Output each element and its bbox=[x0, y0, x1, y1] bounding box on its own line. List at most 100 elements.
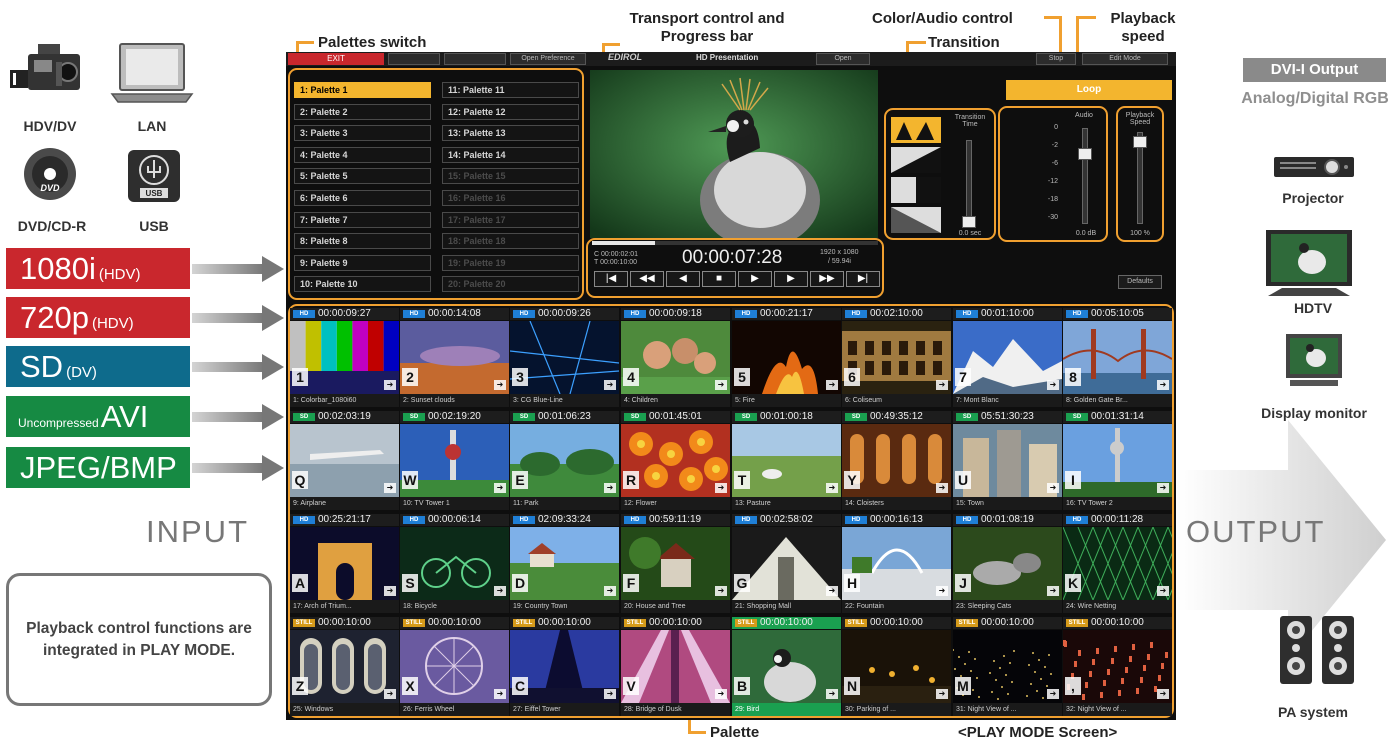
clip-name: 25: Windows bbox=[290, 703, 399, 716]
clip-thumbnail[interactable]: HD 00:00:09:26 3 ➜ 3: CG Blue-Line bbox=[510, 308, 619, 407]
clip-name: 17: Arch of Trium... bbox=[290, 600, 399, 613]
clip-thumbnail[interactable]: STILL 00:00:10:00 C ➜ 27: Eiffel Tower bbox=[510, 617, 619, 716]
format-badge-3: Uncompressed AVI bbox=[6, 396, 190, 437]
clip-mode-icon: ➜ bbox=[1157, 483, 1169, 493]
clip-thumbnail[interactable]: SD 00:01:00:18 T ➜ 13: Pasture bbox=[732, 411, 841, 510]
clip-thumbnail[interactable]: SD 00:01:45:01 R ➜ 12: Flower bbox=[621, 411, 730, 510]
audio-fader-knob[interactable] bbox=[1078, 148, 1092, 160]
stop-button[interactable]: Stop bbox=[1036, 53, 1076, 65]
transition-time-label: Transition Time bbox=[954, 114, 986, 128]
clip-thumbnail[interactable]: STILL 00:00:10:00 Z ➜ 25: Windows bbox=[290, 617, 399, 716]
clip-mode-icon: ➜ bbox=[826, 483, 838, 493]
clip-thumbnail[interactable]: STILL 00:00:10:00 M ➜ 31: Night View of ... bbox=[953, 617, 1062, 716]
clip-type-badge: SD bbox=[624, 413, 646, 421]
clip-thumbnail[interactable]: HD 00:01:08:19 J ➜ 23: Sleeping Cats bbox=[953, 514, 1062, 613]
loop-button[interactable]: Loop bbox=[1006, 80, 1172, 100]
clip-header: HD 00:01:10:00 bbox=[953, 308, 1062, 320]
clip-type-badge: SD bbox=[293, 413, 315, 421]
palette-button-8[interactable]: 8: Palette 8 bbox=[294, 233, 431, 250]
clip-header: HD 00:00:11:28 bbox=[1063, 514, 1172, 526]
playback-speed-label: Playback Speed bbox=[1125, 112, 1155, 126]
palette-button-3[interactable]: 3: Palette 3 bbox=[294, 125, 431, 142]
topbar-blank-button[interactable] bbox=[388, 53, 440, 65]
clip-thumbnail[interactable]: SD 05:51:30:23 U ➜ 15: Town bbox=[953, 411, 1062, 510]
palette-button-1[interactable]: 1: Palette 1 bbox=[294, 82, 431, 98]
clip-header: SD 00:02:03:19 bbox=[290, 411, 399, 423]
clip-thumbnail[interactable]: STILL 00:00:10:00 B ➜ 29: Bird bbox=[732, 617, 841, 716]
transition-fader-knob[interactable] bbox=[962, 216, 976, 228]
palette-button-10[interactable]: 10: Palette 10 bbox=[294, 276, 431, 293]
palette-button-13[interactable]: 13: Palette 13 bbox=[442, 125, 579, 142]
palette-button-17[interactable]: 17: Palette 17 bbox=[442, 211, 579, 228]
transition-fader-track[interactable] bbox=[966, 140, 972, 224]
palette-button-16[interactable]: 16: Palette 16 bbox=[442, 190, 579, 206]
clip-name: 10: TV Tower 1 bbox=[400, 497, 509, 510]
speaker-icon bbox=[1280, 616, 1354, 684]
clip-thumbnail[interactable]: HD 02:09:33:24 D ➜ 19: Country Town bbox=[510, 514, 619, 613]
defaults-button[interactable]: Defaults bbox=[1118, 275, 1162, 289]
clip-thumbnail[interactable]: HD 00:25:21:17 A ➜ 17: Arch of Trium... bbox=[290, 514, 399, 613]
clip-thumbnail[interactable]: HD 00:02:10:00 6 ➜ 6: Coliseum bbox=[842, 308, 951, 407]
palette-button-6[interactable]: 6: Palette 6 bbox=[294, 190, 431, 206]
palette-button-11[interactable]: 11: Palette 11 bbox=[442, 82, 579, 98]
clip-thumbnail[interactable]: HD 00:00:11:28 K ➜ 24: Wire Netting bbox=[1063, 514, 1172, 613]
total-time: T 00:00:10:00 bbox=[594, 259, 638, 266]
topbar-blank-button-2[interactable] bbox=[444, 53, 506, 65]
clip-thumbnail[interactable]: SD 00:02:03:19 Q ➜ 9: Airplane bbox=[290, 411, 399, 510]
clip-thumbnail[interactable]: HD 00:05:10:05 8 ➜ 8: Golden Gate Br... bbox=[1063, 308, 1172, 407]
palette-button-20[interactable]: 20: Palette 20 bbox=[442, 276, 579, 293]
palette-button-14[interactable]: 14: Palette 14 bbox=[442, 146, 579, 163]
palette-button-4[interactable]: 4: Palette 4 bbox=[294, 146, 431, 163]
clip-type-badge: HD bbox=[624, 310, 646, 318]
palette-button-18[interactable]: 18: Palette 18 bbox=[442, 233, 579, 250]
clip-hotkey: R bbox=[623, 471, 639, 489]
clip-duration: 00:00:10:00 bbox=[981, 617, 1034, 628]
open-button[interactable]: Open bbox=[816, 53, 870, 65]
transport-button-3[interactable]: ■ bbox=[702, 271, 736, 287]
transport-button-1[interactable]: ◀◀ bbox=[630, 271, 664, 287]
clip-hotkey: A bbox=[292, 574, 308, 592]
clip-thumbnail[interactable]: STILL 00:00:10:00 X ➜ 26: Ferris Wheel bbox=[400, 617, 509, 716]
audio-fader-track[interactable] bbox=[1082, 128, 1088, 224]
palette-button-19[interactable]: 19: Palette 19 bbox=[442, 254, 579, 271]
clip-thumbnail[interactable]: HD 00:00:06:14 S ➜ 18: Bicycle bbox=[400, 514, 509, 613]
speed-fader-knob[interactable] bbox=[1133, 136, 1147, 148]
clip-thumbnail[interactable]: SD 00:49:35:12 Y ➜ 14: Cloisters bbox=[842, 411, 951, 510]
palette-button-5[interactable]: 5: Palette 5 bbox=[294, 168, 431, 185]
laptop-icon bbox=[110, 43, 194, 103]
edit-mode-button[interactable]: Edit Mode bbox=[1082, 53, 1168, 65]
transport-button-6[interactable]: ▶▶ bbox=[810, 271, 844, 287]
transport-button-5[interactable]: ▶ bbox=[774, 271, 808, 287]
clip-mode-icon: ➜ bbox=[1157, 586, 1169, 596]
exit-button[interactable]: EXIT bbox=[288, 53, 384, 65]
clip-thumbnail[interactable]: STILL 00:00:10:00 N ➜ 30: Parking of ... bbox=[842, 617, 951, 716]
clip-thumbnail[interactable]: HD 00:01:10:00 7 ➜ 7: Mont Blanc bbox=[953, 308, 1062, 407]
palette-button-7[interactable]: 7: Palette 7 bbox=[294, 211, 431, 228]
clip-thumbnail[interactable]: STILL 00:00:10:00, ➜ 32: Night View of ... bbox=[1063, 617, 1172, 716]
device-label-lan: LAN bbox=[137, 118, 167, 134]
clip-thumbnail[interactable]: HD 00:00:09:27 1 ➜ 1: Colorbar_1080i60 bbox=[290, 308, 399, 407]
transport-button-0[interactable]: |◀ bbox=[594, 271, 628, 287]
clip-thumbnail[interactable]: HD 00:02:58:02 G ➜ 21: Shopping Mall bbox=[732, 514, 841, 613]
transport-button-2[interactable]: ◀ bbox=[666, 271, 700, 287]
open-preference-button[interactable]: Open Preference bbox=[510, 53, 586, 65]
clip-thumbnail[interactable]: HD 00:00:14:08 2 ➜ 2: Sunset clouds bbox=[400, 308, 509, 407]
transition-wipe-icons[interactable] bbox=[890, 116, 942, 234]
palette-button-2[interactable]: 2: Palette 2 bbox=[294, 103, 431, 120]
clip-thumbnail[interactable]: SD 00:01:06:23 E ➜ 11: Park bbox=[510, 411, 619, 510]
palette-button-9[interactable]: 9: Palette 9 bbox=[294, 254, 431, 271]
clip-thumbnail[interactable]: HD 00:00:16:13 H ➜ 22: Fountain bbox=[842, 514, 951, 613]
clip-thumbnail[interactable]: HD 00:00:21:17 5 ➜ 5: Fire bbox=[732, 308, 841, 407]
palette-button-12[interactable]: 12: Palette 12 bbox=[442, 103, 579, 120]
clip-name: 1: Colorbar_1080i60 bbox=[290, 394, 399, 407]
clip-duration: 00:01:31:14 bbox=[1091, 411, 1144, 422]
clip-thumbnail[interactable]: HD 00:00:09:18 4 ➜ 4: Children bbox=[621, 308, 730, 407]
clip-thumbnail[interactable]: SD 00:01:31:14 I ➜ 16: TV Tower 2 bbox=[1063, 411, 1172, 510]
transport-button-7[interactable]: ▶| bbox=[846, 271, 880, 287]
clip-thumbnail[interactable]: HD 00:59:11:19 F ➜ 20: House and Tree bbox=[621, 514, 730, 613]
clip-thumbnail[interactable]: SD 00:02:19:20 W ➜ 10: TV Tower 1 bbox=[400, 411, 509, 510]
clip-hotkey: T bbox=[734, 471, 750, 489]
clip-thumbnail[interactable]: STILL 00:00:10:00 V ➜ 28: Bridge of Dusk bbox=[621, 617, 730, 716]
palette-button-15[interactable]: 15: Palette 15 bbox=[442, 168, 579, 185]
transport-button-4[interactable]: ▶ bbox=[738, 271, 772, 287]
